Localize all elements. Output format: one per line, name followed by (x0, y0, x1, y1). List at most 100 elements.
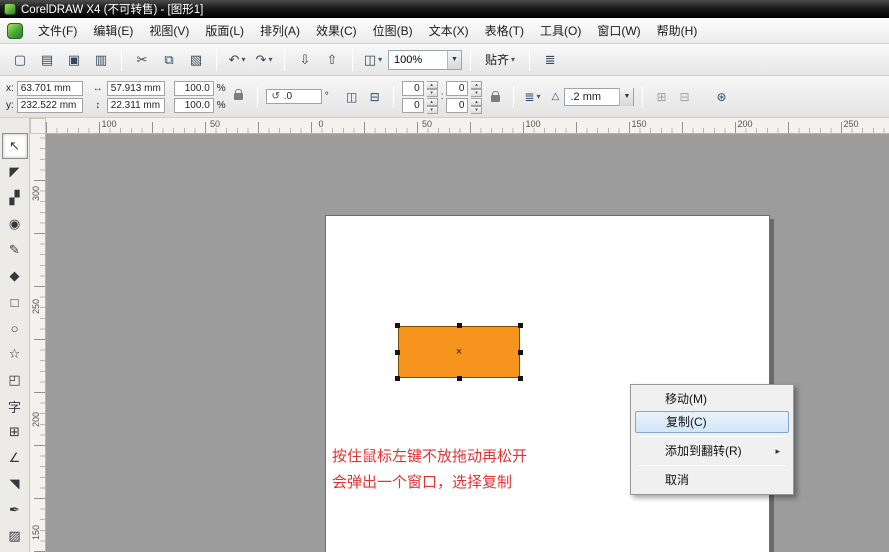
menu-item-11[interactable]: 帮助(H) (649, 20, 706, 42)
rectangle-tool[interactable]: □ (2, 289, 28, 315)
hruler-label: 200 (737, 119, 752, 129)
spin-up-icon[interactable]: ▴ (471, 81, 482, 89)
spin-down-icon[interactable]: ▾ (471, 106, 482, 114)
rotation-value: .0 (284, 90, 292, 103)
copy-button[interactable]: ⧉ (157, 48, 181, 72)
to-front-button[interactable]: ⊞ (651, 87, 671, 107)
selection-handle[interactable] (518, 350, 523, 355)
edit-corners-together-button[interactable] (485, 87, 505, 107)
selection-handle[interactable] (457, 323, 462, 328)
menu-item-7[interactable]: 文本(X) (421, 20, 477, 42)
selection-handle[interactable] (518, 376, 523, 381)
freehand-tool[interactable]: ✎ (2, 237, 28, 263)
mirror-vertical-icon: ⊟ (370, 90, 380, 104)
zoom-level-combo[interactable]: 100%▼ (388, 50, 462, 70)
ruler-origin[interactable] (30, 118, 46, 134)
basic-shapes-tool[interactable]: ◰ (2, 367, 28, 393)
vertical-ruler[interactable]: 300250200150 (30, 134, 46, 552)
menu-move[interactable]: 移动(M) (635, 388, 789, 410)
import-icon: ⇩ (300, 52, 311, 68)
selection-handle[interactable] (395, 350, 400, 355)
outline-width-combo[interactable]: .2 mm ▼ (564, 88, 634, 106)
spin-up-icon[interactable]: ▴ (471, 98, 482, 106)
corner-radius-value[interactable]: 0 (402, 98, 424, 113)
selection-handle[interactable] (457, 376, 462, 381)
shape-tool[interactable]: ◤ (2, 159, 28, 185)
redo-button[interactable]: ↷▾ (252, 48, 276, 72)
menu-copy[interactable]: 复制(C) (635, 411, 789, 433)
crop-tool[interactable]: ▞ (2, 185, 28, 211)
text-wrap-button[interactable]: ≣ ▾ (522, 87, 542, 107)
scale-x-field[interactable]: 100.0 (174, 81, 214, 96)
zoom-tool[interactable]: ◉ (2, 211, 28, 237)
polygon-tool[interactable]: ☆ (2, 341, 28, 367)
ellipse-tool[interactable]: ○ (2, 315, 28, 341)
menu-bar: 文件(F)编辑(E)视图(V)版面(L)排列(A)效果(C)位图(B)文本(X)… (0, 18, 889, 44)
smart-fill-tool[interactable]: ◆ (2, 263, 28, 289)
outline-pen-tool[interactable]: ✒ (2, 497, 28, 523)
import-button[interactable]: ⇩ (293, 48, 317, 72)
table-tool[interactable]: ⊞ (2, 419, 28, 445)
mirror-horizontal-button[interactable]: ◫ (342, 87, 362, 107)
snap-button[interactable]: 贴齐▾ (479, 48, 521, 72)
menu-item-5[interactable]: 效果(C) (308, 20, 365, 42)
menu-item-8[interactable]: 表格(T) (477, 20, 532, 42)
object-width-icon: ↔ (92, 83, 104, 94)
object-width-field[interactable]: 57.913 mm (107, 81, 165, 96)
corner-radius-value[interactable]: 0 (402, 81, 424, 96)
menu-item-0[interactable]: 文件(F) (30, 20, 85, 42)
vruler-label: 250 (31, 299, 41, 314)
annotation-line-2: 会弹出一个窗口，选择复制 (332, 470, 527, 496)
menu-item-10[interactable]: 窗口(W) (589, 20, 648, 42)
y-position-field[interactable]: 232.522 mm (17, 98, 83, 113)
menu-item-6[interactable]: 位图(B) (365, 20, 421, 42)
toolbox: ↖◤▞◉✎◆□○☆◰字⊞∠◥✒▨ (0, 118, 30, 552)
spin-down-icon[interactable]: ▾ (471, 89, 482, 97)
object-height-field[interactable]: 22.311 mm (107, 98, 165, 113)
cut-button[interactable]: ✂ (130, 48, 154, 72)
eyedropper-tool[interactable]: ◥ (2, 471, 28, 497)
paste-button[interactable]: ▧ (184, 48, 208, 72)
text-tool[interactable]: 字 (2, 393, 28, 419)
app-launcher-button[interactable]: ◫▾ (361, 48, 385, 72)
menu-add-to-rollover[interactable]: 添加到翻转(R)▸ (635, 440, 789, 462)
open-button[interactable]: ▤ (35, 48, 59, 72)
selection-handle[interactable] (518, 323, 523, 328)
vruler-label: 150 (31, 525, 41, 540)
export-button[interactable]: ⇧ (320, 48, 344, 72)
pick-tool[interactable]: ↖ (2, 133, 28, 159)
menu-item-3[interactable]: 版面(L) (197, 20, 252, 42)
print-button[interactable]: ▥ (89, 48, 113, 72)
to-back-button[interactable]: ⊟ (674, 87, 694, 107)
corner-radius-value[interactable]: 0 (446, 81, 468, 96)
spin-up-icon[interactable]: ▴ (427, 81, 438, 89)
print-icon: ▥ (95, 52, 107, 68)
corner-radius-value[interactable]: 0 (446, 98, 468, 113)
spin-down-icon[interactable]: ▾ (427, 106, 438, 114)
scale-lock-button[interactable] (229, 84, 249, 104)
fill-tool[interactable]: ▨ (2, 523, 28, 549)
horizontal-ruler[interactable]: 10050050100150200250 (46, 118, 889, 134)
undo-button[interactable]: ↶▾ (225, 48, 249, 72)
dimension-tool[interactable]: ∠ (2, 445, 28, 471)
menu-cancel[interactable]: 取消 (635, 469, 789, 491)
mirror-vertical-button[interactable]: ⊟ (365, 87, 385, 107)
options-button[interactable]: ≣ (538, 48, 562, 72)
app-launcher-icon: ◫ (364, 52, 376, 68)
save-button[interactable]: ▣ (62, 48, 86, 72)
rotation-angle-field[interactable]: ↺ .0 (266, 89, 322, 104)
x-position-field[interactable]: 63.701 mm (17, 81, 83, 96)
menu-item-1[interactable]: 编辑(E) (85, 20, 141, 42)
selection-handle[interactable] (395, 376, 400, 381)
spin-down-icon[interactable]: ▾ (427, 89, 438, 97)
scale-y-field[interactable]: 100.0 (174, 98, 214, 113)
menu-item-9[interactable]: 工具(O) (532, 20, 589, 42)
spin-up-icon[interactable]: ▴ (427, 98, 438, 106)
new-button[interactable]: ▢ (8, 48, 32, 72)
menu-item-2[interactable]: 视图(V) (141, 20, 197, 42)
menu-item-4[interactable]: 排列(A) (252, 20, 308, 42)
hruler-label: 50 (210, 119, 220, 129)
customize-button[interactable]: ⊛ (711, 87, 731, 107)
selected-rectangle[interactable]: × (398, 326, 520, 378)
selection-handle[interactable] (395, 323, 400, 328)
